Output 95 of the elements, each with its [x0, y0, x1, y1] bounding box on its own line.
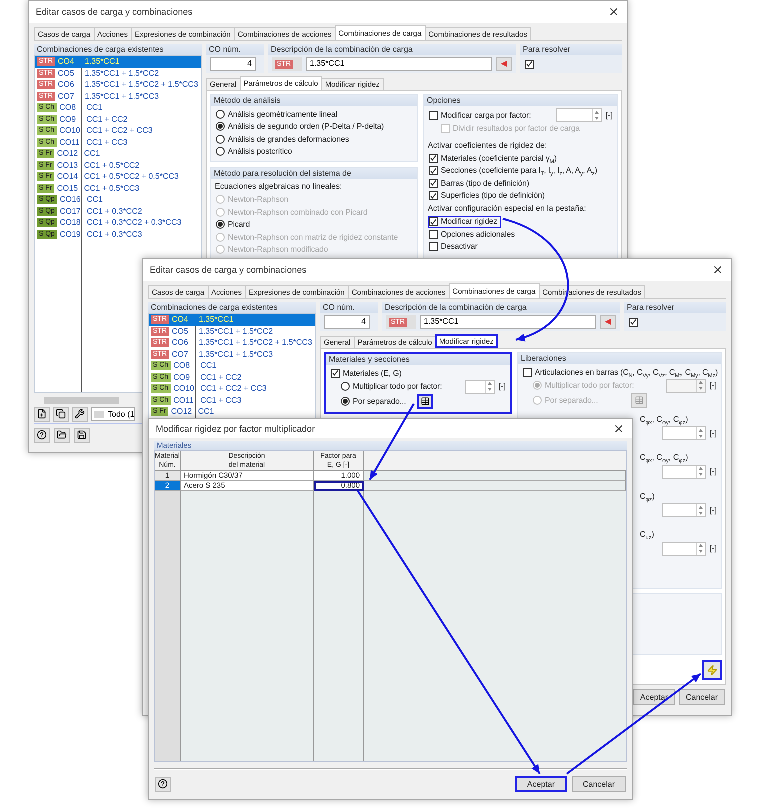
checkbox[interactable]: Modificar rigidez — [428, 216, 501, 228]
group-subheading: Ecuaciones algebraicas no lineales: — [215, 181, 344, 193]
checkbox[interactable]: Barras (tipo de definición) — [428, 177, 532, 190]
new-file-icon — [37, 409, 47, 419]
help-icon — [37, 430, 47, 440]
checkbox[interactable]: Opciones adicionales — [428, 228, 518, 240]
field-label: CO núm. — [320, 302, 378, 313]
unit-label: [-] — [498, 382, 506, 391]
check-icon — [526, 60, 533, 68]
checkbox[interactable]: Materiales (coeficiente parcial γ$_{M}$) — [428, 152, 560, 164]
filter-field[interactable]: Todo (1 — [91, 407, 135, 421]
close-icon — [608, 6, 620, 18]
field-label: Descripción de la combinación de carga — [268, 44, 516, 55]
spin-field[interactable] — [556, 108, 602, 122]
copy-button[interactable] — [53, 406, 69, 422]
new-button[interactable] — [34, 406, 50, 422]
table-icon — [420, 396, 430, 406]
option-label: C$_{φx}$, C$_{φy}$, C$_{φz}$) — [640, 414, 690, 426]
checkbox[interactable] — [524, 58, 537, 70]
radio-button[interactable]: Análisis de segundo orden (P-Delta / P-delta) — [215, 120, 388, 133]
help-button[interactable] — [155, 776, 171, 792]
spin-field[interactable] — [662, 426, 706, 440]
dialog-button[interactable]: Cancelar — [678, 689, 725, 705]
unit-label: [-] — [710, 381, 717, 390]
help-button[interactable] — [34, 428, 50, 442]
group-heading: Método de análisis — [211, 95, 417, 106]
arrow-left-icon — [605, 319, 611, 325]
close-icon — [613, 422, 625, 434]
unit-label: [-] — [710, 467, 717, 476]
open-button[interactable] — [54, 428, 70, 442]
tool-button[interactable] — [702, 660, 722, 680]
window-title: Editar casos de carga y combinaciones — [150, 265, 307, 275]
radio-button[interactable]: Picard — [215, 218, 254, 231]
window-title: Editar casos de carga y combinaciones — [36, 7, 193, 17]
check-icon — [332, 369, 339, 378]
checkbox[interactable]: Desactivar — [428, 240, 481, 253]
description-field[interactable]: 1.35*CC1 — [420, 315, 596, 329]
unit-label: [-] — [710, 544, 717, 553]
field-label: Para resolver — [624, 302, 726, 313]
unit-label: [-] — [710, 506, 717, 514]
folder-icon — [57, 430, 67, 440]
spin-field[interactable] — [662, 542, 706, 556]
unit-label: [-] — [606, 110, 613, 120]
option-label: C$_{uz}$) — [640, 529, 656, 542]
number-field[interactable]: 4 — [210, 57, 256, 71]
radio-button[interactable]: Multiplicar todo por factor: — [340, 380, 446, 393]
close-icon — [712, 264, 724, 276]
spin-field[interactable] — [662, 464, 706, 478]
option-label: C$_{φx}$, C$_{φy}$, C$_{φz}$) — [640, 452, 690, 464]
lightning-icon — [706, 664, 718, 676]
check-icon — [630, 318, 637, 326]
radio-button[interactable]: Análisis geométricamente lineal — [215, 108, 340, 120]
pick-button[interactable] — [600, 315, 616, 329]
group-subheading: Activar configuración especial en la pestaña: — [428, 203, 588, 215]
radio-button[interactable]: Análisis postcrítico — [215, 146, 296, 158]
number-field[interactable]: 4 — [324, 315, 370, 329]
option-label: C$_{φz}$) — [640, 490, 656, 503]
dialog-button[interactable]: Aceptar — [515, 776, 567, 792]
checkbox[interactable]: Materiales (E, G) — [330, 367, 405, 380]
checkbox[interactable]: Secciones (coeficiente para I$_{T}$, I$_{y}$, I$_{z}$, A, A$_{y}$, A$_{z}$) — [428, 164, 600, 177]
group-heading: Liberaciones — [518, 353, 721, 364]
checkbox[interactable]: Articulaciones en barras (C$_{N}$, C$_{Vy}$, C$_{Vz}$, C$_{Mt}$, C$_{My}$, C$_{Mz}$) — [522, 366, 722, 378]
checkbox[interactable] — [628, 316, 641, 328]
checkbox[interactable]: Superficies (tipo de definición) — [428, 190, 548, 202]
description-field[interactable]: 1.35*CC1 — [306, 57, 492, 71]
unit-label: [-] — [710, 428, 717, 438]
check-icon — [430, 218, 437, 226]
group-heading: Materiales y secciones — [326, 354, 510, 365]
radio-button[interactable]: Por separado... — [340, 394, 410, 408]
group-subheading: Activar coeficientes de rigidez de: — [428, 140, 548, 152]
spin-field[interactable] — [666, 378, 706, 392]
table-icon — [634, 396, 644, 404]
wrench-icon — [75, 409, 85, 419]
dialog-button[interactable]: Cancelar — [572, 776, 626, 792]
spin-field[interactable] — [662, 503, 706, 517]
group-heading: Método para resolución del sistema de — [211, 168, 417, 179]
save-button[interactable] — [74, 428, 90, 442]
spin-field[interactable] — [464, 380, 495, 394]
help-icon — [158, 779, 168, 789]
table-button[interactable] — [417, 394, 434, 408]
field-label: Descripción de la combinación de carga — [382, 302, 620, 313]
list-heading: Combinaciones de carga existentes — [148, 302, 316, 313]
group-heading: Opciones — [424, 95, 617, 106]
arrow-left-icon — [501, 61, 507, 67]
checkbox[interactable]: Modificar carga por factor: — [428, 108, 534, 122]
copy-icon — [56, 409, 66, 419]
radio-button[interactable]: Análisis de grandes deformaciones — [215, 133, 352, 146]
field-label: Para resolver — [520, 44, 622, 55]
window-title: Modificar rigidez por factor multiplicador — [156, 424, 316, 434]
list-heading: Combinaciones de carga existentes — [34, 44, 202, 55]
field-label: CO núm. — [206, 44, 264, 55]
dialog-button[interactable]: Aceptar — [633, 689, 675, 705]
pick-button[interactable] — [496, 57, 512, 71]
tool-button[interactable] — [72, 406, 88, 422]
save-icon — [77, 430, 87, 440]
